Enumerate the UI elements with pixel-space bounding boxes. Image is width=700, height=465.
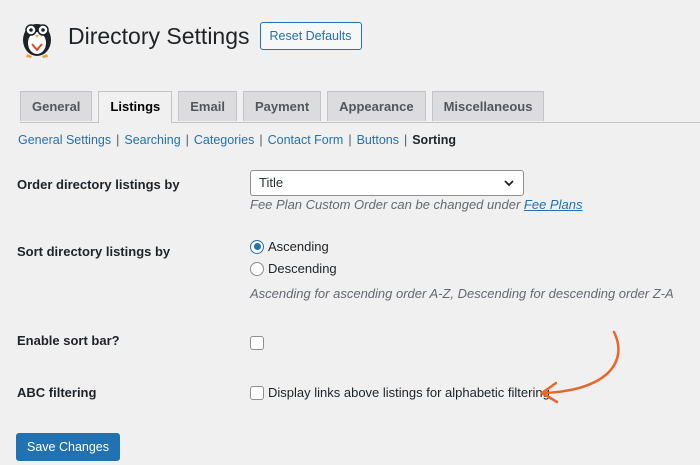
radio-descending[interactable]: Descending: [250, 261, 337, 276]
tab-general[interactable]: General: [20, 91, 93, 121]
penguin-logo-icon: [23, 24, 51, 58]
radio-ascending-button[interactable]: [250, 239, 264, 254]
save-changes-button[interactable]: Save Changes: [16, 433, 121, 461]
subnav-separator: |: [116, 133, 120, 147]
abc-checkbox-label: Display links above listings for alphabe…: [268, 385, 550, 400]
subnav-searching[interactable]: Searching: [124, 133, 180, 147]
page-header: Directory Settings Reset Defaults: [18, 14, 362, 58]
sortbar-label: Enable sort bar?: [17, 333, 120, 348]
sort-description: Ascending for ascending order A-Z, Desce…: [250, 286, 674, 301]
order-select-value: Title: [259, 175, 284, 190]
fee-plans-link[interactable]: Fee Plans: [524, 197, 583, 212]
sortbar-checkbox-row[interactable]: [250, 336, 268, 350]
tab-listings[interactable]: Listings: [98, 91, 173, 123]
order-description-text: Fee Plan Custom Order can be changed und…: [250, 197, 521, 212]
reset-defaults-button[interactable]: Reset Defaults: [259, 22, 362, 50]
subnav-sorting: Sorting: [412, 133, 456, 147]
settings-tabs: General Listings Email Payment Appearanc…: [20, 91, 700, 123]
tab-miscellaneous[interactable]: Miscellaneous: [431, 91, 545, 121]
order-select[interactable]: Title: [250, 170, 524, 196]
sortbar-checkbox[interactable]: [250, 336, 264, 350]
subnav-categories[interactable]: Categories: [194, 133, 254, 147]
tab-payment[interactable]: Payment: [242, 91, 322, 121]
sort-label: Sort directory listings by: [17, 244, 171, 259]
subnav-separator: |: [185, 133, 189, 147]
subnav-separator: |: [403, 133, 408, 147]
subnav-buttons[interactable]: Buttons: [357, 133, 399, 147]
abc-label: ABC filtering: [17, 385, 97, 400]
sub-navigation: General Settings | Searching | Categories | Co…: [18, 133, 456, 147]
subnav-separator: |: [259, 133, 263, 147]
abc-checkbox[interactable]: [250, 385, 264, 400]
annotation-arrow-icon: [540, 330, 620, 404]
subnav-separator: |: [348, 133, 352, 147]
radio-descending-button[interactable]: [250, 261, 264, 276]
subnav-general-settings[interactable]: General Settings: [18, 133, 111, 147]
radio-ascending-label: Ascending: [268, 239, 329, 254]
order-label: Order directory listings by: [17, 177, 180, 192]
order-description: Fee Plan Custom Order can be changed und…: [250, 197, 582, 212]
tab-email[interactable]: Email: [178, 91, 237, 121]
page-title: Directory Settings: [68, 22, 250, 49]
chevron-down-icon: [504, 180, 514, 187]
tab-appearance[interactable]: Appearance: [327, 91, 426, 121]
radio-ascending[interactable]: Ascending: [250, 239, 329, 254]
abc-checkbox-row[interactable]: Display links above listings for alphabe…: [250, 385, 550, 400]
subnav-contact-form[interactable]: Contact Form: [268, 133, 344, 147]
radio-descending-label: Descending: [268, 261, 337, 276]
